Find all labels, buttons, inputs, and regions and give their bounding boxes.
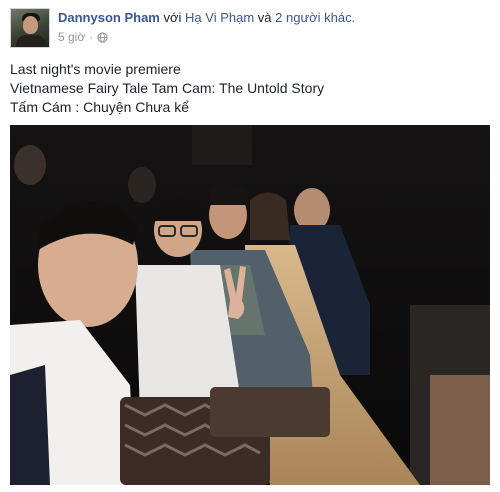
globe-icon[interactable] — [97, 31, 108, 43]
author-name-link[interactable]: Dannyson Pham — [58, 10, 160, 25]
with-text: với — [163, 10, 182, 25]
avatar-shirt — [16, 35, 46, 47]
post-line-2: Vietnamese Fairy Tale Tam Cam: The Untol… — [10, 80, 325, 96]
post-message: Last night's movie premiere Vietnamese F… — [10, 60, 324, 117]
and-text: và — [257, 10, 272, 25]
meta-separator: · — [89, 30, 94, 44]
post-meta: 5 giờ · — [58, 30, 108, 44]
facebook-post: Dannyson Pham với Hạ Vi Phạm và 2 người … — [0, 0, 500, 492]
author-avatar[interactable] — [10, 8, 50, 48]
others-link[interactable]: 2 người khác. — [275, 10, 355, 25]
post-photo[interactable] — [10, 125, 490, 485]
post-header: Dannyson Pham với Hạ Vi Phạm và 2 người … — [58, 10, 355, 25]
avatar-face — [23, 16, 38, 34]
timestamp-link[interactable]: 5 giờ — [58, 30, 85, 44]
post-line-1: Last night's movie premiere — [10, 61, 181, 77]
post-line-3: Tấm Cám : Chuyện Chưa kể — [10, 99, 189, 115]
photo-illustration — [10, 125, 490, 485]
tagged-person-link[interactable]: Hạ Vi Phạm — [185, 10, 254, 25]
